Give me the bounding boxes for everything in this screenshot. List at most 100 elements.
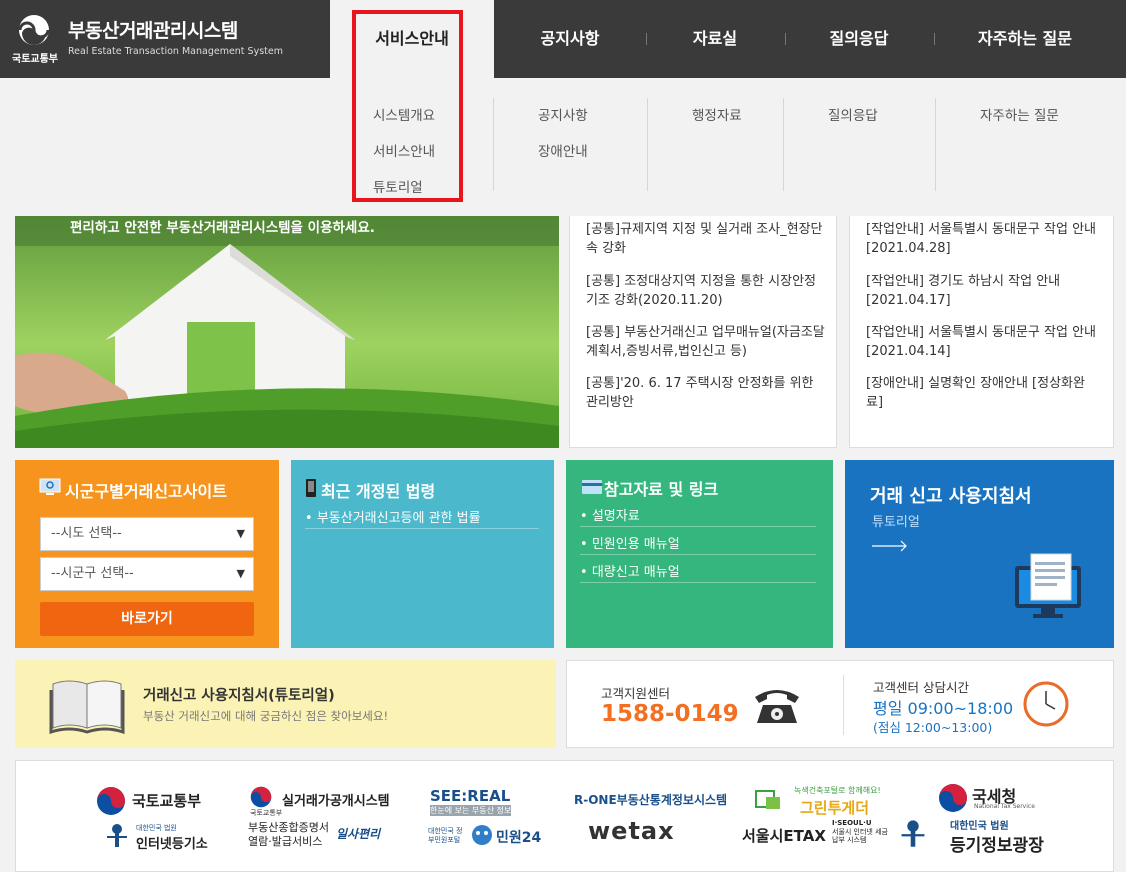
tile-title: 거래 신고 사용지침서	[870, 486, 1032, 507]
ministry-name: 국토교통부	[12, 54, 58, 65]
hero-caption: 편리하고 안전한 부동산거래관리시스템을 이용하세요.	[70, 220, 375, 236]
news-item[interactable]: [작업안내] 경기도 하남시 작업 안내 [2021.04.17]	[866, 272, 1106, 310]
monitor-document-icon	[1015, 553, 1081, 618]
minwon-icon	[472, 825, 492, 845]
news-item[interactable]: [작업안내] 서울특별시 동대문구 작업 안내 [2021.04.28]	[866, 220, 1106, 258]
hero-banner-image	[15, 216, 559, 448]
news-item[interactable]: [공통]'20. 6. 17 주택시장 안정화를 위한 관리방안	[586, 374, 826, 412]
partner-sub: 대한민국 법원	[950, 821, 1009, 832]
link-text: 민원인용 매뉴얼	[591, 537, 680, 552]
news-item[interactable]: [공통] 부동산거래신고 업무매뉴얼(자금조달계획서,증빙서류,법인신고 등)	[586, 323, 826, 361]
partner-name: 실거래가공개시스템	[282, 794, 390, 809]
news-item[interactable]: [장애안내] 실명확인 장애안내 [정상화완 료]	[866, 374, 1106, 412]
nav-tab-faq[interactable]: 자주하는 질문	[950, 0, 1100, 78]
partner-sub: National Tax Service	[974, 803, 1035, 810]
lunch-hours: (점심 12:00~13:00)	[873, 720, 993, 735]
taegeuk-icon	[939, 784, 967, 812]
news-date: [2021.04.14]	[866, 344, 951, 359]
card-icon	[582, 480, 602, 494]
tile-references-links: 참고자료 및 링크 • 설명자료 • 민원인용 매뉴얼 • 대량신고 매뉴얼	[566, 460, 833, 648]
taegeuk-icon	[250, 786, 272, 808]
nav-separator	[934, 33, 935, 45]
partner-name: 민원24	[496, 830, 542, 846]
customer-support-box: 고객지원센터 1588-0149 고객센터 상담시간 평일 09:00~18:0…	[566, 660, 1114, 748]
tutorial-link[interactable]: 튜토리얼	[872, 511, 920, 530]
partner-rone[interactable]: R-ONE부동산통계정보시스템	[574, 791, 727, 808]
news-panel-common: [공통]규제지역 지정 및 실거래 조사_현장단속 강화 [공통] 조정대상지역…	[569, 216, 837, 448]
news-date: [2021.04.28]	[866, 241, 951, 256]
menu-divider	[783, 98, 784, 191]
news-title: [작업안내] 서울특별시 동대문구 작업 안내	[866, 222, 1096, 237]
site-title: 부동산거래관리시스템	[68, 20, 238, 42]
site-logo[interactable]: 국토교통부 부동산거래관리시스템 Real Estate Transaction…	[0, 0, 328, 78]
hours-label: 고객센터 상담시간	[873, 680, 969, 695]
open-book-icon	[49, 680, 125, 734]
nav-separator	[785, 33, 786, 45]
tile-recent-laws: 최근 개정된 법령 • 부동산거래신고등에 관한 법률	[291, 460, 554, 648]
phone-device-icon	[306, 479, 316, 497]
news-title: [작업안내] 경기도 하남시 작업 안내	[866, 274, 1061, 289]
partner-sub: 일사편리	[336, 827, 381, 841]
tile-link[interactable]: • 민원인용 매뉴얼	[580, 533, 680, 552]
link-text: 설명자료	[591, 509, 640, 524]
news-date: 료]	[866, 395, 884, 410]
sigungu-select[interactable]: --시군구 선택-- ▼	[40, 557, 254, 591]
nav-tab-qna[interactable]: 질의응답	[800, 0, 918, 78]
hours-value: 평일 09:00~18:00	[873, 699, 1014, 718]
menu-item-notice[interactable]: 공지사항	[538, 104, 588, 124]
partner-sub: 대한민국 법원	[136, 824, 177, 832]
nav-tab-notice[interactable]: 공지사항	[510, 0, 630, 78]
news-date: [2021.04.17]	[866, 293, 951, 308]
partner-name: 국토교통부	[132, 792, 202, 810]
taegeuk-icon	[97, 787, 125, 815]
partner-wetax[interactable]: wetax	[588, 817, 675, 845]
tile-transaction-guide[interactable]: 거래 신고 사용지침서 튜토리얼	[845, 460, 1114, 648]
tile-link[interactable]: • 대량신고 매뉴얼	[580, 561, 680, 580]
taegeuk-logo-icon	[18, 15, 50, 45]
chevron-down-icon: ▼	[236, 567, 245, 580]
divider	[580, 582, 816, 583]
tile-district-report-sites: 시군구별거래신고사이트 --시도 선택-- ▼ --시군구 선택-- ▼ 바로가…	[15, 460, 279, 648]
tile-title: 참고자료 및 링크	[604, 480, 719, 499]
menu-item-qna[interactable]: 질의응답	[828, 104, 878, 124]
news-item[interactable]: [공통] 조정대상지역 지정을 통한 시장안정기조 강화(2020.11.20)	[586, 272, 826, 310]
menu-item-outage-notice[interactable]: 장애안내	[538, 140, 588, 160]
news-panel-work-notice: [작업안내] 서울특별시 동대문구 작업 안내 [2021.04.28] [작업…	[849, 216, 1114, 448]
telephone-icon	[755, 690, 799, 723]
menu-divider	[647, 98, 648, 191]
arrow-right-icon	[872, 540, 907, 552]
partner-name: 부동산종합증명서 열람·발급서비스	[248, 821, 329, 848]
tile-link[interactable]: • 부동산거래신고등에 관한 법률	[305, 507, 481, 526]
sido-select[interactable]: --시도 선택-- ▼	[40, 517, 254, 551]
link-text: 부동산거래신고등에 관한 법률	[316, 511, 481, 526]
red-highlight-box	[352, 10, 463, 202]
menu-item-faq[interactable]: 자주하는 질문	[980, 104, 1059, 124]
nav-tab-archive[interactable]: 자료실	[660, 0, 770, 78]
divider	[843, 675, 844, 735]
partner-name: SEE:REAL	[430, 787, 511, 805]
partner-sub: 대한민국 정부민원포털	[428, 827, 463, 844]
nav-separator	[646, 33, 647, 45]
divider	[580, 554, 816, 555]
support-phone: 1588-0149	[601, 701, 739, 727]
divider	[305, 528, 539, 529]
menu-divider	[493, 98, 494, 191]
court-scale-icon	[107, 824, 127, 847]
partner-sub: 녹색건축포털로 함께해요!	[794, 786, 881, 795]
partner-sub: 한눈에 보는 부동산 정보	[430, 805, 512, 816]
partner-name: 서울시ETAX	[742, 827, 826, 845]
tutorial-banner[interactable]: 거래신고 사용지침서(튜토리얼) 부동산 거래신고에 대해 궁금하신 점은 찾아…	[15, 660, 556, 748]
top-header: 국토교통부 부동산거래관리시스템 Real Estate Transaction…	[0, 0, 1126, 78]
tile-link[interactable]: • 설명자료	[580, 505, 640, 524]
site-subtitle: Real Estate Transaction Management Syste…	[68, 46, 283, 57]
news-item[interactable]: [공통]규제지역 지정 및 실거래 조사_현장단속 강화	[586, 220, 826, 258]
news-item[interactable]: [작업안내] 서울특별시 동대문구 작업 안내 [2021.04.14]	[866, 323, 1106, 361]
partner-sub: I·SEOUL·U	[832, 819, 872, 827]
go-button[interactable]: 바로가기	[40, 602, 254, 636]
menu-item-admin-data[interactable]: 행정자료	[692, 104, 742, 124]
tile-title: 최근 개정된 법령	[321, 482, 436, 501]
menu-divider	[935, 98, 936, 191]
green-building-icon	[755, 790, 780, 809]
court-scale-icon	[901, 820, 925, 847]
support-label: 고객지원센터	[601, 686, 671, 701]
